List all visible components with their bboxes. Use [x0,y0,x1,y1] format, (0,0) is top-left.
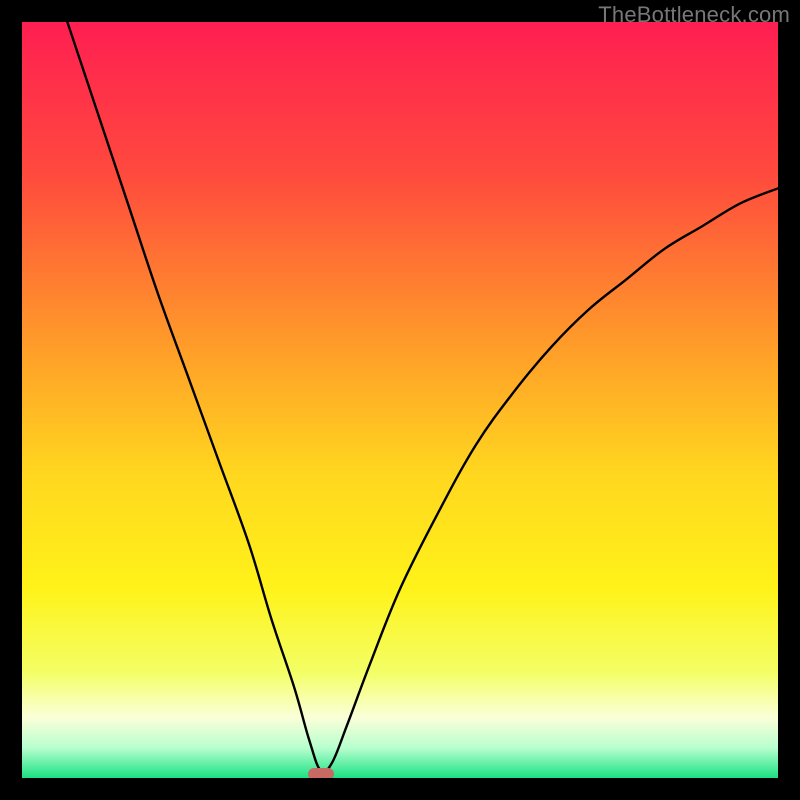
chart-frame: TheBottleneck.com [0,0,800,800]
bottleneck-curve [67,22,778,772]
curve-layer [22,22,778,778]
minimum-marker [308,768,334,778]
plot-area [22,22,778,778]
watermark-text: TheBottleneck.com [598,2,790,28]
